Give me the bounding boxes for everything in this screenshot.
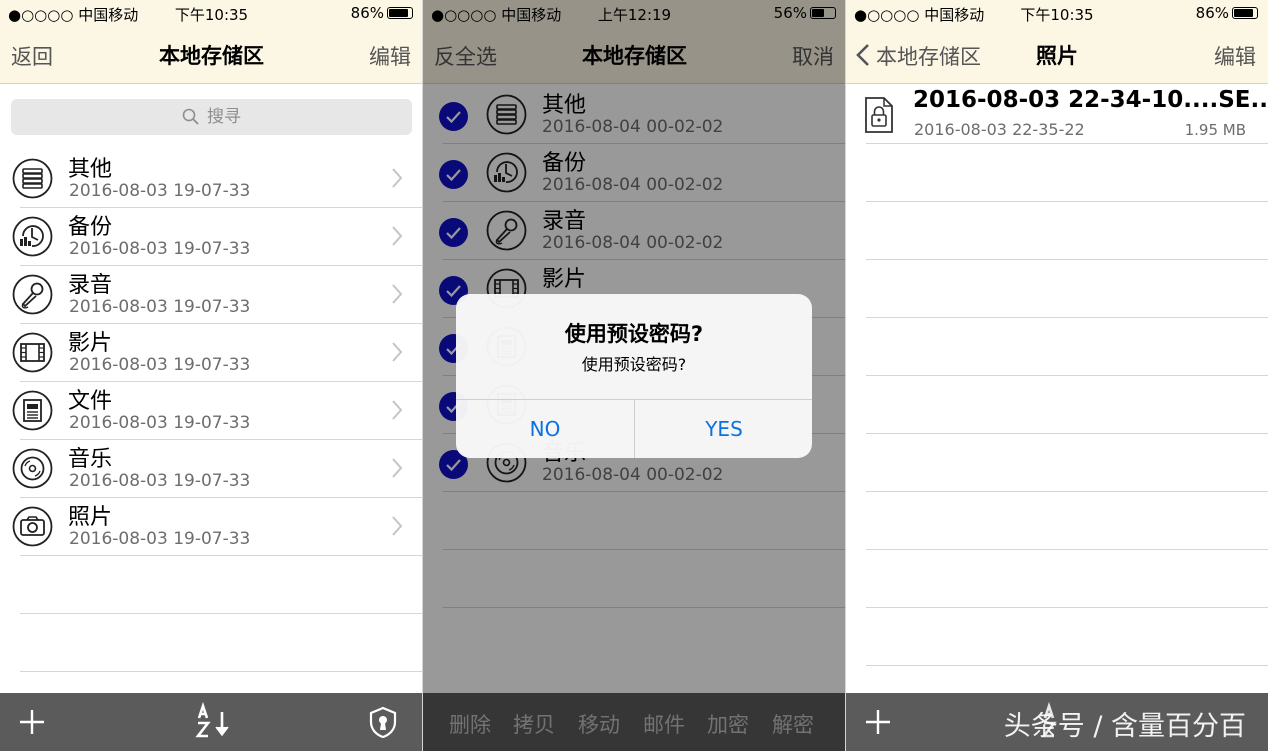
alert-no-button[interactable]: NO xyxy=(456,400,634,458)
item-name: 照片 xyxy=(68,505,113,530)
sort-az-icon xyxy=(195,702,229,738)
battery-icon xyxy=(1232,7,1258,19)
backup-icon xyxy=(12,216,53,257)
chevron-right-icon xyxy=(391,515,403,537)
file-name: 2016-08-03 22-34-10....SE... xyxy=(913,87,1268,113)
plus-icon xyxy=(866,710,890,734)
row-divider xyxy=(20,613,423,614)
item-date: 2016-08-03 19-07-33 xyxy=(69,413,251,433)
lock-button[interactable] xyxy=(366,693,400,751)
row-divider xyxy=(20,555,423,556)
item-date: 2016-08-03 19-07-33 xyxy=(69,297,251,317)
film-icon xyxy=(12,332,53,373)
battery-indicator: 86% xyxy=(351,4,413,22)
item-name: 其他 xyxy=(68,157,113,182)
item-name: 文件 xyxy=(68,389,113,414)
status-bar: ●○○○○ 中国移动 下午10:35 86% xyxy=(846,0,1268,28)
row-divider xyxy=(20,671,423,672)
edit-button[interactable]: 编辑 xyxy=(1214,41,1256,71)
page-title: 本地存储区 xyxy=(159,44,264,68)
row-divider xyxy=(20,207,423,208)
watermark-text: 头条号 / 含量百分百 xyxy=(1003,711,1246,742)
item-date: 2016-08-03 19-07-33 xyxy=(69,471,251,491)
item-name: 影片 xyxy=(68,331,113,356)
locked-file-icon xyxy=(864,96,894,134)
row-divider xyxy=(866,491,1268,492)
panel-edit-mode: ●○○○○ 中国移动 上午12:19 56% 反全选 本地存储区 取消 其他 20… xyxy=(423,0,846,751)
row-divider xyxy=(866,549,1268,550)
battery-percent: 86% xyxy=(1195,4,1229,22)
search-input[interactable]: 搜寻 xyxy=(11,99,412,135)
chevron-right-icon xyxy=(391,399,403,421)
camera-icon xyxy=(12,506,53,547)
list-item[interactable]: 影片 2016-08-03 19-07-33 xyxy=(0,324,423,382)
chevron-right-icon xyxy=(391,167,403,189)
row-divider xyxy=(866,201,1268,202)
list-item[interactable]: 录音 2016-08-03 19-07-33 xyxy=(0,266,423,324)
list-item[interactable]: 照片 2016-08-03 19-07-33 xyxy=(0,498,423,556)
disc-icon xyxy=(12,448,53,489)
row-divider xyxy=(866,433,1268,434)
books-icon xyxy=(12,158,53,199)
keyhole-icon xyxy=(369,706,397,738)
chevron-right-icon xyxy=(391,457,403,479)
list-item[interactable]: 文件 2016-08-03 19-07-33 xyxy=(0,382,423,440)
item-date: 2016-08-03 19-07-33 xyxy=(69,239,251,259)
alert-message: 使用预设密码? xyxy=(581,355,687,374)
document-icon xyxy=(12,390,53,431)
nav-bar: 返回 本地存储区 编辑 xyxy=(0,28,423,84)
plus-icon xyxy=(20,710,44,734)
chevron-right-icon xyxy=(391,225,403,247)
row-divider xyxy=(866,375,1268,376)
chevron-right-icon xyxy=(391,341,403,363)
chevron-right-icon xyxy=(391,283,403,305)
nav-bar: 本地存储区 照片 编辑 xyxy=(846,28,1268,84)
search-icon xyxy=(182,108,199,125)
row-divider xyxy=(20,323,423,324)
item-date: 2016-08-03 19-07-33 xyxy=(69,355,251,375)
page-title: 照片 xyxy=(1036,44,1078,68)
battery-indicator: 86% xyxy=(1196,4,1258,22)
add-button[interactable] xyxy=(860,693,896,751)
row-divider xyxy=(866,317,1268,318)
row-divider xyxy=(20,265,423,266)
alert-title: 使用预设密码? xyxy=(564,322,704,346)
item-date: 2016-08-03 19-07-33 xyxy=(69,181,251,201)
row-divider xyxy=(866,259,1268,260)
battery-percent: 86% xyxy=(350,4,384,22)
microphone-icon xyxy=(12,274,53,315)
password-alert: 使用预设密码? 使用预设密码? NO YES xyxy=(456,294,812,458)
item-name: 音乐 xyxy=(68,447,113,472)
list-item[interactable]: 音乐 2016-08-03 19-07-33 xyxy=(0,440,423,498)
list-item[interactable]: 其他 2016-08-03 19-07-33 xyxy=(0,150,423,208)
item-name: 备份 xyxy=(68,215,113,240)
row-divider xyxy=(20,381,423,382)
file-row[interactable]: 2016-08-03 22-34-10....SE... 2016-08-03 … xyxy=(846,86,1268,144)
search-placeholder: 搜寻 xyxy=(207,107,241,127)
alert-yes-button[interactable]: YES xyxy=(635,400,812,458)
panel-photos: ●○○○○ 中国移动 下午10:35 86% 本地存储区 照片 编辑 2016-… xyxy=(846,0,1268,751)
status-bar: ●○○○○ 中国移动 下午10:35 86% xyxy=(0,0,423,28)
battery-icon xyxy=(387,7,413,19)
file-date: 2016-08-03 22-35-22 xyxy=(914,120,1085,139)
row-divider xyxy=(20,439,423,440)
item-date: 2016-08-03 19-07-33 xyxy=(69,529,251,549)
row-divider xyxy=(866,143,1268,144)
row-divider xyxy=(866,665,1268,666)
row-divider xyxy=(866,607,1268,608)
bottom-toolbar xyxy=(0,693,423,751)
sort-button[interactable] xyxy=(190,693,234,751)
file-size: 1.95 MB xyxy=(1184,121,1246,139)
item-name: 录音 xyxy=(68,273,113,298)
row-divider xyxy=(20,497,423,498)
edit-button[interactable]: 编辑 xyxy=(369,41,411,71)
add-button[interactable] xyxy=(14,693,50,751)
list-item[interactable]: 备份 2016-08-03 19-07-33 xyxy=(0,208,423,266)
panel-storage-list: ●○○○○ 中国移动 下午10:35 86% 返回 本地存储区 编辑 搜寻 其他… xyxy=(0,0,423,751)
